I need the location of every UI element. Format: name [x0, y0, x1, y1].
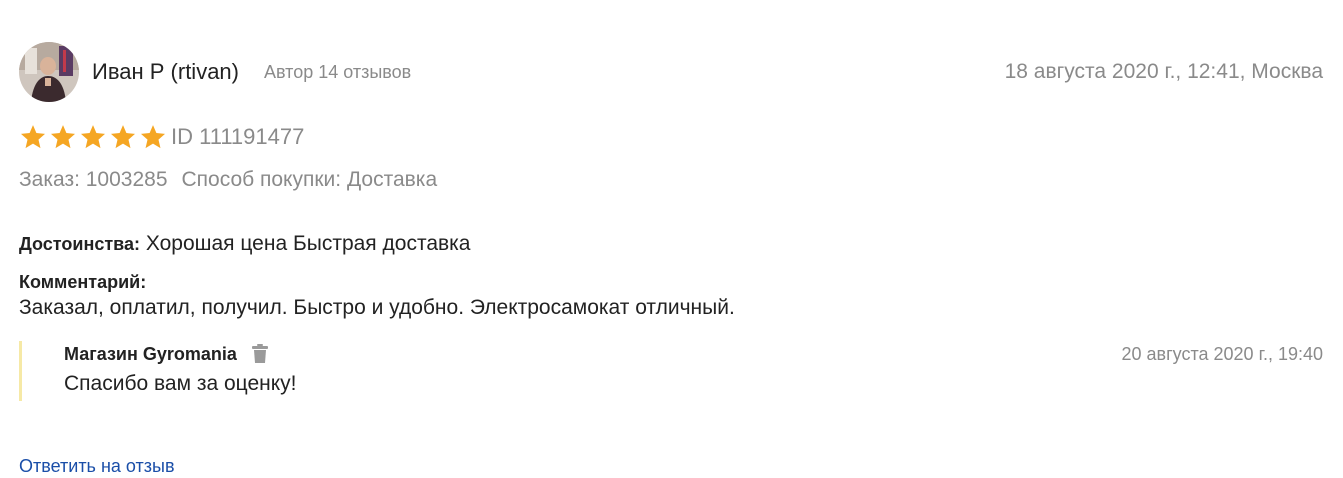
purchase-method: Способ покупки: Доставка — [181, 168, 438, 191]
avatar-image — [19, 42, 79, 102]
star-icon — [50, 125, 76, 149]
review-card: Иван Р (rtivan) Автор 14 отзывов 18 авгу… — [19, 42, 1323, 401]
review-id: ID 111191477 — [171, 124, 305, 149]
review-date: 18 августа 2020 г., 12:41, Москва — [1004, 60, 1323, 83]
comment-section: Комментарий: Заказал, оплатил, получил. … — [19, 271, 1323, 323]
star-icon — [80, 125, 106, 149]
order-info: Заказ: 1003285 Способ покупки: Доставка — [19, 165, 1323, 195]
star-icon — [20, 125, 46, 149]
answer-review-link[interactable]: Ответить на отзыв — [19, 455, 175, 477]
author-review-count: Автор 14 отзывов — [264, 61, 412, 82]
comment-text: Заказал, оплатил, получил. Быстро и удоб… — [19, 296, 735, 319]
author-name[interactable]: Иван Р (rtivan) — [92, 59, 239, 85]
pros-label: Достоинства: — [19, 234, 140, 254]
comment-label: Комментарий: — [19, 272, 147, 292]
rating-stars — [19, 123, 167, 151]
reply-date: 20 августа 2020 г., 19:40 — [1121, 343, 1323, 364]
pros-text: Хорошая цена Быстрая доставка — [145, 232, 471, 255]
pros-section: Достоинства: Хорошая цена Быстрая достав… — [19, 229, 1323, 259]
rating-row: ID 111191477 — [19, 120, 1323, 154]
reply-header: Магазин Gyromania 20 августа 2020 г., 19… — [64, 341, 1323, 367]
review-header: Иван Р (rtivan) Автор 14 отзывов 18 авгу… — [19, 42, 1323, 102]
reply-text: Спасибо вам за оценку! — [64, 372, 297, 395]
reply-author: Магазин Gyromania — [64, 343, 237, 364]
avatar[interactable] — [19, 42, 79, 102]
reply-accent-bar — [19, 341, 22, 401]
star-icon — [110, 125, 136, 149]
shop-reply: Магазин Gyromania 20 августа 2020 г., 19… — [19, 341, 1323, 401]
order-number: Заказ: 1003285 — [19, 168, 168, 191]
trash-icon[interactable] — [251, 344, 269, 364]
star-icon — [140, 125, 166, 149]
